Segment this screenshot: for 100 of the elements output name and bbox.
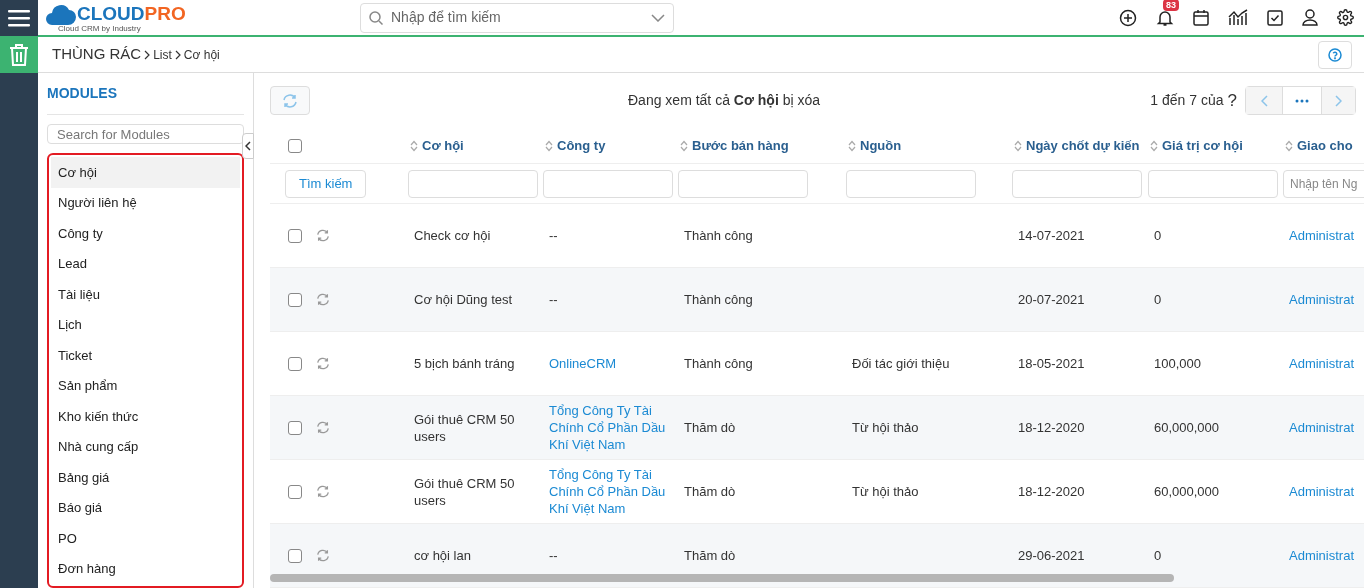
restore-icon[interactable]	[316, 549, 330, 562]
filter-field[interactable]	[678, 169, 808, 198]
row-checkbox[interactable]	[288, 484, 302, 499]
table-cell-text: 18-12-2020	[1018, 419, 1086, 436]
table-link[interactable]: Administrat	[1289, 483, 1363, 500]
filter-field[interactable]	[1148, 169, 1278, 198]
pagination-range: 1 đến 7 của	[1150, 91, 1224, 110]
table-link[interactable]: OnlineCRM	[549, 355, 668, 372]
table-cell-text: cơ hội lan	[414, 547, 472, 564]
breadcrumb-link[interactable]: Cơ hội	[183, 45, 220, 64]
sort-icon[interactable]	[1285, 139, 1293, 152]
row-checkbox[interactable]	[288, 356, 302, 371]
horizontal-scrollbar[interactable]	[270, 574, 1174, 582]
table-cell-text: 100,000	[1154, 355, 1202, 372]
calendar-icon[interactable]	[1193, 9, 1209, 26]
table-cell-text: 29-06-2021	[1018, 547, 1086, 564]
table-link[interactable]: Administrat	[1289, 355, 1363, 372]
table-cell-text: 5 bịch bánh tráng	[414, 355, 516, 372]
settings-icon[interactable]	[1337, 9, 1354, 26]
previous-page-button[interactable]	[1246, 87, 1282, 114]
add-icon[interactable]	[1119, 8, 1137, 27]
restore-icon[interactable]	[316, 485, 330, 498]
search-icon	[369, 10, 383, 25]
table-cell-text: 18-05-2021	[1018, 355, 1086, 372]
column-header[interactable]: Nguồn	[860, 135, 902, 156]
column-header[interactable]: Giao cho	[1297, 135, 1353, 156]
sort-icon[interactable]	[1014, 139, 1022, 152]
sort-icon[interactable]	[848, 139, 856, 152]
collapse-button[interactable]	[242, 133, 254, 159]
chevron-right-icon	[1335, 94, 1342, 107]
table-link[interactable]: Administrat	[1289, 227, 1363, 244]
row-checkbox[interactable]	[288, 548, 302, 563]
module-item[interactable]: Cơ hội	[51, 157, 240, 188]
restore-icon[interactable]	[316, 293, 330, 306]
row-checkbox[interactable]	[288, 292, 302, 307]
filter-field[interactable]	[1012, 169, 1142, 198]
table-row[interactable]: Cơ hội Dũng test -- Thành công 20-07-2021 0 Administrat	[270, 268, 1364, 332]
help-button[interactable]	[1318, 40, 1352, 69]
restore-icon[interactable]	[316, 229, 330, 242]
search-button[interactable]: Tìm kiếm	[285, 169, 367, 198]
table-link[interactable]: Administrat	[1289, 547, 1363, 564]
table-cell-text: --	[549, 291, 559, 308]
global-search-input[interactable]: Nhập để tìm kiếm	[391, 7, 643, 28]
table-cell-text: 60,000,000	[1154, 419, 1221, 436]
table-cell-text: Đối tác giới thiệu	[852, 355, 951, 372]
filter-field[interactable]: Nhập tên Ng	[1283, 169, 1364, 198]
column-header[interactable]: Ngày chốt dự kiến	[1026, 135, 1140, 156]
table-link[interactable]: Administrat	[1289, 419, 1363, 436]
table-cell-text: 60,000,000	[1154, 483, 1221, 500]
sort-icon[interactable]	[1150, 139, 1158, 152]
table-cell-text: Thành công	[684, 355, 754, 372]
table-cell-text: Check cơ hội	[414, 227, 492, 244]
sort-icon[interactable]	[680, 139, 688, 152]
restore-button[interactable]	[270, 86, 310, 115]
row-checkbox[interactable]	[288, 420, 302, 435]
user-icon[interactable]	[1302, 9, 1318, 26]
module-search-field[interactable]: Search for Modules	[47, 124, 244, 144]
sort-icon[interactable]	[545, 139, 553, 152]
breadcrumb-separator-icon	[144, 49, 151, 60]
next-page-button[interactable]	[1322, 87, 1355, 114]
column-header[interactable]: Cơ hội	[422, 135, 464, 156]
chart-icon[interactable]	[1228, 9, 1248, 26]
chevron-left-icon	[1260, 94, 1268, 107]
breadcrumb-link[interactable]: List	[153, 45, 172, 64]
table-cell-text: Từ hội thảo	[852, 483, 920, 500]
table-cell-text: Gói thuê CRM 50 users	[414, 474, 516, 509]
table-link[interactable]: Tổng Công Ty Tài Chính Cổ Phần Dầu Khí Việt Nam	[549, 466, 668, 517]
restore-icon[interactable]	[316, 421, 330, 434]
cloudpro-logo[interactable]: CLOUDPRO Cloud CRM by Industry	[46, 2, 186, 33]
table-cell-text: Thành công	[684, 291, 754, 308]
notification-bell-icon[interactable]	[1156, 8, 1174, 27]
filter-field[interactable]	[846, 169, 976, 198]
list-summary: Đang xem tất cả Cơ hội bị xóa	[628, 91, 821, 110]
breadcrumb-separator-icon	[174, 49, 181, 60]
table-cell-text: Thăm dò	[684, 547, 737, 564]
row-checkbox[interactable]	[288, 228, 302, 243]
table-cell-text: 14-07-2021	[1018, 227, 1086, 244]
sort-icon[interactable]	[410, 139, 418, 152]
checkbox-icon[interactable]	[1267, 9, 1283, 26]
table-link[interactable]: Administrat	[1289, 291, 1363, 308]
table-cell-text: Từ hội thảo	[852, 419, 920, 436]
total-count[interactable]: ?	[1227, 87, 1237, 114]
table-cell-text: 18-12-2020	[1018, 483, 1086, 500]
table-row[interactable]: cơ hội lan -- Thăm dò 29-06-2021 0 Administrat	[270, 524, 1364, 588]
table-cell-text: Thăm dò	[684, 483, 737, 500]
column-header[interactable]: Công ty	[557, 135, 606, 156]
filter-field[interactable]	[408, 169, 538, 198]
select-all-checkbox[interactable]	[288, 138, 302, 153]
help-icon	[1328, 47, 1342, 62]
restore-icon[interactable]	[316, 357, 330, 370]
table-cell-text: 0	[1154, 227, 1163, 244]
search-field[interactable]: Nhập để tìm kiếm	[360, 2, 674, 33]
filter-field[interactable]	[543, 169, 673, 198]
table-cell-text: --	[549, 227, 559, 244]
modules-heading: MODULES	[47, 73, 244, 115]
column-header[interactable]: Bước bán hàng	[692, 135, 789, 156]
column-header[interactable]: Giá trị cơ hội	[1162, 135, 1243, 156]
table-cell-text: 20-07-2021	[1018, 291, 1086, 308]
table-row[interactable]: Gói thuê CRM 50 users Tổng Công Ty Tài Chính Cổ Phần Dầu Khí Việt Nam Thăm dò Từ hội thảo 18-12-2020 60,000,000 Administrat	[270, 396, 1364, 460]
table-link[interactable]: Tổng Công Ty Tài Chính Cổ Phần Dầu Khí Việt Nam	[549, 402, 668, 453]
